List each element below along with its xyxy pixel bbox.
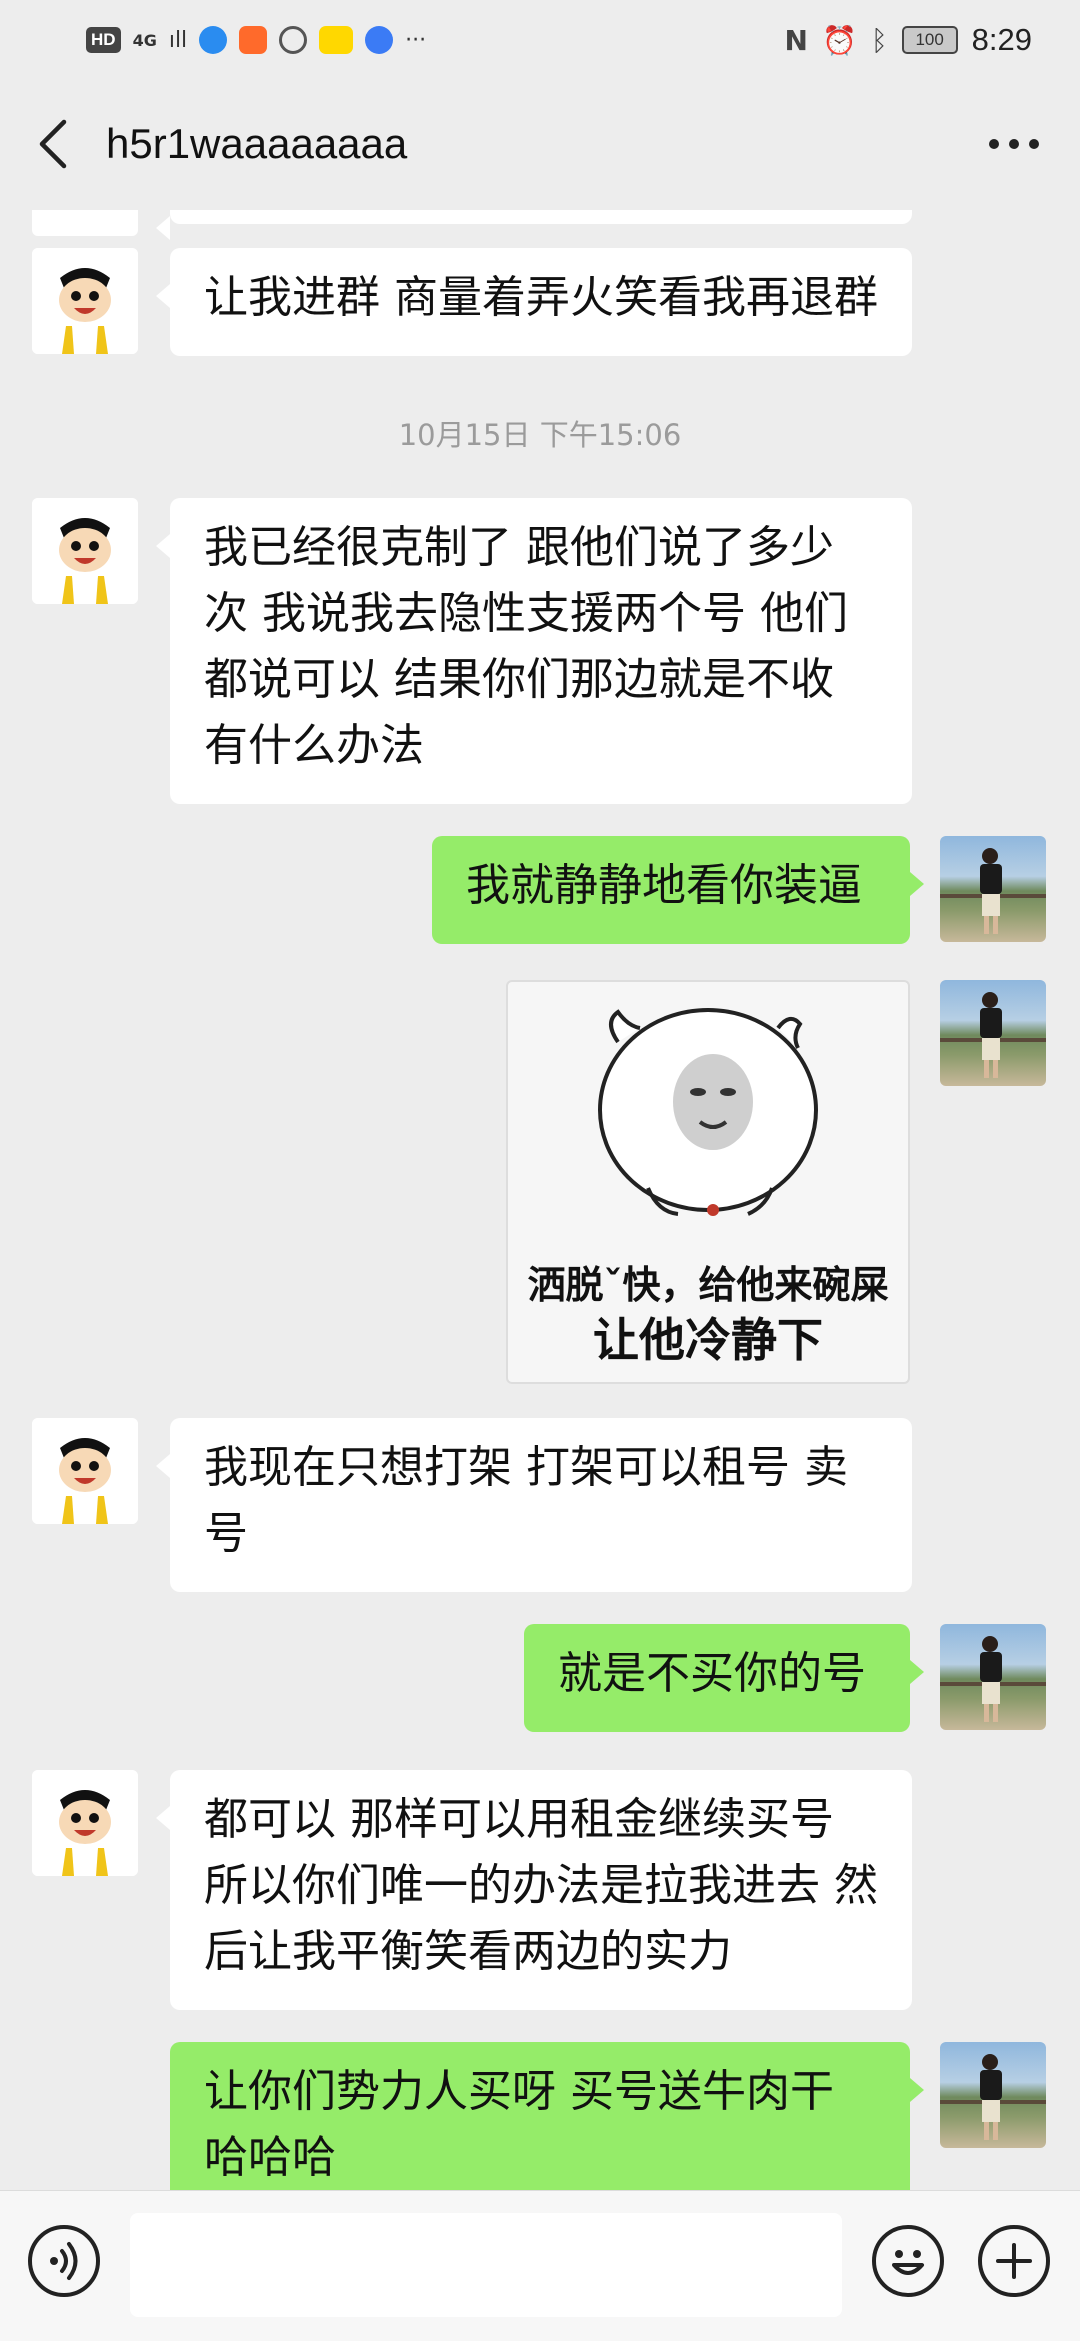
sticker-caption: 洒脱ˇ快，给他来碗屎 <box>527 1263 889 1307</box>
back-button[interactable] <box>34 116 74 172</box>
cartoon-boy-avatar-icon <box>32 1418 138 1524</box>
message-bubble-mine[interactable]: 我就静静地看你装逼 <box>432 836 924 944</box>
network-type: 4G <box>132 30 157 50</box>
person-photo-avatar-icon <box>940 848 1046 934</box>
message-line: 所以你们唯一的办法是拉我进去 然 <box>204 1860 878 1911</box>
shopping-app-icon <box>239 26 268 54</box>
person-photo-avatar-icon <box>940 992 1046 1078</box>
message-text: 让我进群 商量着弄火笑看我再退群 <box>204 272 878 323</box>
add-attachment-button[interactable] <box>978 2225 1050 2297</box>
input-bar <box>0 2190 1080 2341</box>
browser-app-icon <box>199 26 228 54</box>
message-line: 后让我平衡笑看两边的实力 <box>204 1926 732 1977</box>
sticker-message[interactable]: 洒脱ˇ快，给他来碗屎 让他冷静下 <box>506 980 910 1384</box>
avatar-partial[interactable] <box>32 210 138 236</box>
message-bubble-mine[interactable]: 让你们势力人买呀 买号送牛肉干 哈哈哈 <box>170 2042 924 2190</box>
message-list[interactable]: 让我进群 商量着弄火笑看我再退群 10月15日 下午15:06 我已经很克制了 … <box>0 210 1080 2190</box>
meme-face-icon <box>598 1008 818 1216</box>
message-input[interactable] <box>130 2213 842 2317</box>
my-avatar[interactable] <box>940 836 1046 942</box>
my-avatar[interactable] <box>940 2042 1046 2148</box>
message-line: 我已经很克制了 跟他们说了多少 <box>204 522 834 573</box>
chevron-left-icon <box>39 119 67 169</box>
voice-wave-icon <box>50 2242 78 2280</box>
more-notifications-icon: ··· <box>405 27 427 53</box>
sticker-caption: 让他冷静下 <box>593 1313 823 1367</box>
chat-title: h5r1waaaaaaaa <box>106 120 408 167</box>
status-bar: HD 4G ıll ··· N ⏰ ᛒ 100 8:29 <box>0 0 1080 80</box>
message-line: 哈哈哈 <box>204 2132 336 2183</box>
chat-header: h5r1waaaaaaaa <box>0 80 1080 210</box>
message-line: 次 我说我去隐性支援两个号 他们 <box>204 588 848 639</box>
cartoon-boy-avatar-icon <box>32 498 138 604</box>
music-app-icon <box>365 26 394 54</box>
message-line: 有什么办法 <box>204 720 424 771</box>
hd-icon: HD <box>86 27 121 53</box>
message-text: 就是不买你的号 <box>558 1648 866 1699</box>
my-avatar[interactable] <box>940 980 1046 1086</box>
more-dots-icon <box>989 139 1039 149</box>
message-bubble[interactable]: 都可以 那样可以用租金继续买号 所以你们唯一的办法是拉我进去 然 后让我平衡笑看… <box>156 1770 912 2010</box>
bluetooth-icon: ᛒ <box>870 23 888 57</box>
person-photo-avatar-icon <box>940 1636 1046 1722</box>
clock: 8:29 <box>971 22 1032 57</box>
battery-icon: 100 <box>901 26 958 54</box>
voice-button[interactable] <box>28 2225 100 2297</box>
message-bubble[interactable]: 我现在只想打架 打架可以租号 卖 号 <box>156 1418 912 1592</box>
my-avatar[interactable] <box>940 1624 1046 1730</box>
contact-avatar[interactable] <box>32 498 138 604</box>
timestamp: 10月15日 下午15:06 <box>398 418 682 452</box>
smiley-face-icon <box>892 2250 924 2275</box>
message-line: 让你们势力人买呀 买号送牛肉干 <box>204 2066 834 2117</box>
message-bubble[interactable]: 让我进群 商量着弄火笑看我再退群 <box>156 248 912 356</box>
contact-avatar[interactable] <box>32 248 138 354</box>
contact-avatar[interactable] <box>32 1418 138 1524</box>
plus-icon <box>996 2243 1032 2279</box>
emoji-button[interactable] <box>872 2225 944 2297</box>
message-line: 都说可以 结果你们那边就是不收 <box>204 654 834 705</box>
hexagon-app-icon <box>279 26 308 54</box>
contact-avatar[interactable] <box>32 1770 138 1876</box>
message-line: 号 <box>204 1508 248 1559</box>
message-text: 我就静静地看你装逼 <box>466 860 862 911</box>
message-bubble[interactable]: 我已经很克制了 跟他们说了多少 次 我说我去隐性支援两个号 他们 都说可以 结果… <box>156 498 912 804</box>
signal-icon: ıll <box>168 27 188 53</box>
cartoon-boy-avatar-icon <box>32 248 138 354</box>
nfc-icon: N <box>784 23 808 57</box>
cartoon-boy-avatar-icon <box>32 1770 138 1876</box>
status-left: HD 4G ıll ··· <box>86 20 426 60</box>
person-photo-avatar-icon <box>940 2054 1046 2140</box>
message-line: 都可以 那样可以用租金继续买号 <box>204 1794 834 1845</box>
alarm-icon: ⏰ <box>821 23 857 57</box>
yy-app-icon <box>319 26 354 54</box>
message-bubble-partial[interactable] <box>156 210 912 240</box>
message-line: 我现在只想打架 打架可以租号 卖 <box>204 1442 848 1493</box>
more-options-button[interactable] <box>982 120 1046 168</box>
message-bubble-mine[interactable]: 就是不买你的号 <box>524 1624 924 1732</box>
status-right: N ⏰ ᛒ 100 8:29 <box>785 20 1032 60</box>
